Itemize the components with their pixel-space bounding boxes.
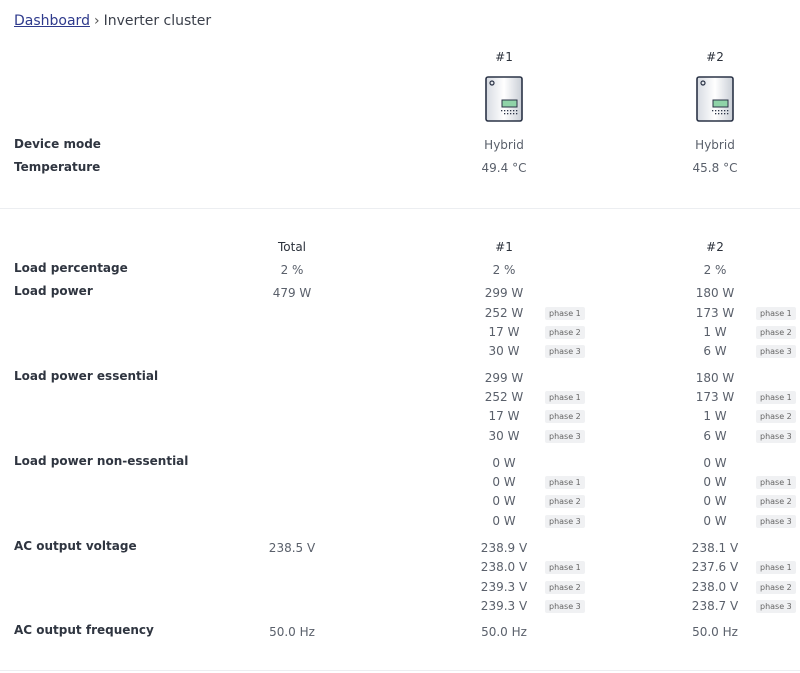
top-header-inverter-2: #2 bbox=[706, 50, 724, 64]
phase-badge: phase 3 bbox=[756, 515, 796, 528]
phase-badge: phase 2 bbox=[756, 581, 796, 594]
ac-output-voltage-total: 238.5 V bbox=[268, 541, 316, 555]
section-divider bbox=[0, 208, 800, 209]
inverter-2-device-mode: Hybrid bbox=[695, 138, 735, 152]
load-power-inverter-2-phase-1: 173 W bbox=[695, 306, 735, 320]
phase-badge: phase 3 bbox=[756, 345, 796, 358]
phase-badge: phase 3 bbox=[545, 430, 585, 443]
phase-badge: phase 3 bbox=[756, 600, 796, 613]
phase-badge: phase 1 bbox=[545, 561, 585, 574]
breadcrumb-current: Inverter cluster bbox=[103, 13, 212, 29]
load-power-essential-inverter-2-phase-2: 1 W bbox=[703, 409, 727, 423]
phase-badge: phase 1 bbox=[756, 391, 796, 404]
row-label-load-power-essential: Load power essential bbox=[14, 369, 159, 383]
phase-badge: phase 3 bbox=[545, 515, 585, 528]
ac-output-frequency-inverter-1: 50.0 Hz bbox=[481, 625, 527, 639]
load-power-nonessential-inverter-1-total: 0 W bbox=[492, 456, 516, 470]
load-percentage-inverter-1: 2 % bbox=[492, 263, 516, 277]
row-label-ac-output-frequency: AC output frequency bbox=[14, 623, 154, 637]
ac-output-voltage-inverter-2-phase-2: 238.0 V bbox=[691, 580, 739, 594]
phase-badge: phase 1 bbox=[545, 307, 585, 320]
phase-badge: phase 3 bbox=[545, 345, 585, 358]
inverter-2-temperature: 45.8 °C bbox=[692, 161, 738, 175]
row-label-load-percentage: Load percentage bbox=[14, 261, 128, 275]
phase-badge: phase 1 bbox=[545, 391, 585, 404]
section-divider bbox=[0, 670, 800, 671]
row-label-temperature: Temperature bbox=[14, 160, 101, 174]
phase-badge: phase 2 bbox=[545, 581, 585, 594]
breadcrumb-dashboard-link[interactable]: Dashboard bbox=[14, 13, 90, 29]
row-label-load-power: Load power bbox=[14, 284, 93, 298]
ac-output-frequency-inverter-2: 50.0 Hz bbox=[692, 625, 738, 639]
table-header-total: Total bbox=[277, 240, 307, 254]
phase-badge: phase 1 bbox=[545, 476, 585, 489]
load-power-essential-inverter-2-phase-3: 6 W bbox=[703, 429, 727, 443]
ac-output-voltage-inverter-1-phase-3: 239.3 V bbox=[480, 599, 528, 613]
phase-badge: phase 2 bbox=[756, 410, 796, 423]
ac-output-voltage-inverter-1-total: 238.9 V bbox=[480, 541, 528, 555]
ac-output-voltage-inverter-1-phase-2: 239.3 V bbox=[480, 580, 528, 594]
load-power-inverter-2-phase-3: 6 W bbox=[703, 344, 727, 358]
inverter-device-icon bbox=[485, 76, 523, 122]
inverter-device-icon bbox=[696, 76, 734, 122]
table-header-inverter-2: #2 bbox=[706, 240, 724, 254]
load-power-inverter-2-phase-2: 1 W bbox=[703, 325, 727, 339]
table-header-inverter-1: #1 bbox=[495, 240, 513, 254]
load-power-inverter-1-total: 299 W bbox=[484, 286, 524, 300]
load-power-essential-inverter-2-total: 180 W bbox=[695, 371, 735, 385]
load-power-total: 479 W bbox=[272, 286, 312, 300]
load-power-nonessential-inverter-1-phase-2: 0 W bbox=[492, 494, 516, 508]
ac-output-voltage-inverter-2-phase-3: 238.7 V bbox=[691, 599, 739, 613]
load-power-essential-inverter-1-phase-1: 252 W bbox=[484, 390, 524, 404]
phase-badge: phase 2 bbox=[756, 495, 796, 508]
load-power-nonessential-inverter-2-phase-3: 0 W bbox=[703, 514, 727, 528]
load-power-nonessential-inverter-2-phase-2: 0 W bbox=[703, 494, 727, 508]
row-label-device-mode: Device mode bbox=[14, 137, 101, 151]
breadcrumb-separator: › bbox=[93, 13, 100, 29]
ac-output-frequency-total: 50.0 Hz bbox=[269, 625, 315, 639]
breadcrumb: Dashboard › Inverter cluster bbox=[14, 13, 211, 29]
phase-badge: phase 3 bbox=[545, 600, 585, 613]
load-power-essential-inverter-2-phase-1: 173 W bbox=[695, 390, 735, 404]
phase-badge: phase 1 bbox=[756, 561, 796, 574]
load-percentage-total: 2 % bbox=[280, 263, 304, 277]
phase-badge: phase 2 bbox=[545, 410, 585, 423]
load-power-nonessential-inverter-2-phase-1: 0 W bbox=[703, 475, 727, 489]
load-percentage-inverter-2: 2 % bbox=[703, 263, 727, 277]
inverter-1-device-mode: Hybrid bbox=[484, 138, 524, 152]
load-power-essential-inverter-1-phase-3: 30 W bbox=[488, 429, 520, 443]
ac-output-voltage-inverter-1-phase-1: 238.0 V bbox=[480, 560, 528, 574]
row-label-load-power-nonessential: Load power non-essential bbox=[14, 454, 189, 468]
phase-badge: phase 1 bbox=[756, 307, 796, 320]
ac-output-voltage-inverter-2-phase-1: 237.6 V bbox=[691, 560, 739, 574]
load-power-nonessential-inverter-2-total: 0 W bbox=[703, 456, 727, 470]
phase-badge: phase 3 bbox=[756, 430, 796, 443]
load-power-essential-inverter-1-phase-2: 17 W bbox=[488, 409, 520, 423]
load-power-inverter-1-phase-2: 17 W bbox=[488, 325, 520, 339]
top-header-inverter-1: #1 bbox=[495, 50, 513, 64]
phase-badge: phase 1 bbox=[756, 476, 796, 489]
row-label-ac-output-voltage: AC output voltage bbox=[14, 539, 137, 553]
phase-badge: phase 2 bbox=[545, 326, 585, 339]
phase-badge: phase 2 bbox=[756, 326, 796, 339]
ac-output-voltage-inverter-2-total: 238.1 V bbox=[691, 541, 739, 555]
load-power-nonessential-inverter-1-phase-3: 0 W bbox=[492, 514, 516, 528]
load-power-nonessential-inverter-1-phase-1: 0 W bbox=[492, 475, 516, 489]
load-power-inverter-2-total: 180 W bbox=[695, 286, 735, 300]
load-power-inverter-1-phase-3: 30 W bbox=[488, 344, 520, 358]
load-power-inverter-1-phase-1: 252 W bbox=[484, 306, 524, 320]
phase-badge: phase 2 bbox=[545, 495, 585, 508]
inverter-1-temperature: 49.4 °C bbox=[481, 161, 527, 175]
load-power-essential-inverter-1-total: 299 W bbox=[484, 371, 524, 385]
